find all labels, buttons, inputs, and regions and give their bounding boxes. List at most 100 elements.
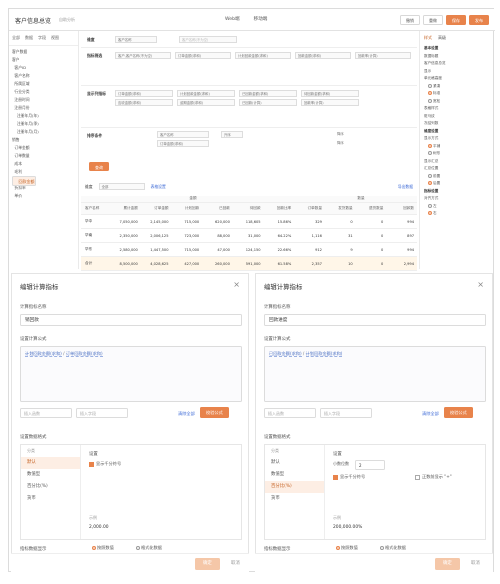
radio-icon[interactable] (92, 546, 96, 550)
tab-data[interactable]: 数据 (25, 35, 33, 41)
tab-advanced[interactable]: 高级 (438, 35, 446, 41)
column-header[interactable]: 订单数量 (294, 206, 325, 211)
checkbox-icon[interactable] (333, 474, 338, 480)
tab-style[interactable]: 样式 (424, 35, 432, 41)
close-icon[interactable]: × (233, 280, 240, 289)
checkbox-icon[interactable] (415, 474, 420, 480)
formula-token[interactable]: 已回款金额(求和) (269, 351, 302, 357)
plus-sign-checkbox[interactable]: 正数前显示 "+" (415, 474, 452, 480)
radio-by-value[interactable]: 按照数值 (92, 545, 114, 551)
column-header[interactable]: 订单金额 (141, 206, 172, 211)
radio-icon[interactable] (428, 83, 432, 88)
tree-item[interactable]: 毛利 (12, 168, 75, 176)
sort-field-select[interactable]: 客户名称 (157, 131, 209, 138)
column-header[interactable]: 回款数 (386, 206, 417, 211)
export-data-link[interactable]: 导出数据 (398, 184, 413, 190)
radio-icon[interactable] (428, 151, 432, 155)
tree-item[interactable]: 注册年月(季) (12, 120, 75, 128)
radio-icon[interactable] (428, 181, 432, 185)
radio-icon[interactable] (380, 546, 384, 550)
metric-chip[interactable]: 回款金额(求和) (295, 52, 351, 59)
tree-item[interactable]: 订单金额 (12, 144, 75, 152)
tree-item[interactable]: 注册时间 (12, 96, 75, 104)
setting-item[interactable]: 紧凑 (424, 83, 491, 91)
clear-all-link[interactable]: 清除全部 (178, 411, 195, 417)
column-chip[interactable]: 逾期金额(求和) (177, 99, 235, 106)
metric-chip[interactable]: 客户,客户名称(不为空) (115, 52, 171, 59)
thousands-checkbox[interactable]: 显示千分符号 (89, 461, 121, 467)
sort-desc-option[interactable]: 降序 (335, 140, 357, 147)
tree-item[interactable]: 客户数据 (12, 48, 75, 56)
formula-editor[interactable]: 计划回款金额(求和) / 订单回款金额(求和) (20, 346, 242, 402)
tree-item[interactable]: 注册年月(月) (12, 128, 75, 136)
radio-icon[interactable] (428, 98, 432, 103)
radio-icon[interactable] (136, 546, 140, 550)
column-header[interactable]: 待回款 (233, 206, 264, 211)
column-chip[interactable]: 计划回款金额(求和) (177, 90, 235, 97)
column-chip[interactable]: 已回款(计算) (239, 99, 297, 106)
tree-item[interactable]: 客户ID (12, 64, 75, 72)
column-header[interactable]: 计划回款 (172, 206, 203, 211)
radio-icon[interactable] (428, 173, 432, 178)
radio-formatted[interactable]: 格式化数据 (136, 545, 162, 551)
save-button[interactable]: 保存 (446, 15, 466, 25)
tab-all[interactable]: 全部 (12, 35, 20, 41)
column-header[interactable]: 发货数量 (325, 206, 356, 211)
checkbox-icon[interactable] (89, 461, 94, 467)
insert-function-select[interactable]: 插入函数 (264, 408, 316, 418)
dimension-chip[interactable]: 客户名称 (115, 36, 157, 43)
query-button[interactable]: 查询 (89, 162, 109, 171)
ok-button[interactable]: 确定 (435, 558, 460, 570)
column-chip[interactable]: 已回款金额(求和) (239, 90, 297, 97)
column-chip[interactable]: 待回款金额(求和) (301, 90, 359, 97)
setting-item[interactable]: 标准 (424, 90, 491, 98)
column-chip[interactable]: 回款率(计算) (301, 99, 359, 106)
column-chip[interactable]: 订单金额(求和) (115, 90, 173, 97)
radio-icon[interactable] (428, 211, 432, 215)
mobile-view-tab[interactable]: 移动端 (254, 16, 268, 22)
format-option-percent[interactable]: 百分比(%) (21, 481, 80, 493)
undo-button[interactable]: 撤销 (400, 15, 420, 25)
format-option-percent[interactable]: 百分比(%) (265, 481, 324, 493)
cancel-button[interactable]: 取消 (463, 558, 488, 570)
column-header[interactable]: 回款比率 (264, 206, 295, 211)
radio-icon[interactable] (428, 91, 432, 95)
setting-item[interactable]: 后置 (424, 180, 491, 188)
thousands-checkbox[interactable]: 显示千分符号 (333, 474, 365, 480)
formula-editor[interactable]: 已回款金额(求和) / 计划回款金额(求和) (264, 346, 486, 402)
setting-item[interactable]: 平铺 (424, 143, 491, 151)
table-row[interactable]: 华南 2,350,000 2,006,125 723,000 88,000 31,000 6… (81, 229, 417, 243)
tree-item[interactable]: 回款金额 (12, 176, 36, 186)
decimal-select[interactable]: 2 (355, 460, 385, 470)
publish-button[interactable]: 发布 (469, 15, 489, 25)
clear-all-link[interactable]: 清除全部 (422, 411, 439, 417)
table-row[interactable]: 华东 2,580,000 1,447,500 715,000 47,000 124,150… (81, 243, 417, 257)
tree-item[interactable]: 注册月份 (12, 104, 75, 112)
tree-item[interactable]: 客户 (12, 56, 75, 64)
setting-item[interactable]: 树形 (424, 150, 491, 158)
radio-icon[interactable] (428, 203, 432, 208)
radio-icon[interactable] (428, 143, 432, 148)
formula-token[interactable]: 计划回款金额(求和) (305, 351, 343, 357)
setting-item[interactable]: 右 (424, 210, 491, 218)
format-option-default[interactable]: 默认 (21, 457, 80, 469)
table-settings-link[interactable]: 表格设置 (151, 184, 166, 190)
setting-item[interactable]: 左 (424, 203, 491, 211)
metric-chip[interactable]: 订单金额(求和) (175, 52, 231, 59)
tree-item[interactable]: 注册年月(年) (12, 112, 75, 120)
table-row[interactable]: 华中 7,050,000 2,145,000 715,000 620,000 118,60… (81, 215, 417, 229)
redo-button[interactable]: 重做 (423, 15, 443, 25)
format-option-number[interactable]: 数值型 (265, 469, 324, 481)
tab-field[interactable]: 字段 (38, 35, 46, 41)
format-option-number[interactable]: 数值型 (21, 469, 80, 481)
format-option-currency[interactable]: 货币 (21, 493, 80, 505)
setting-item[interactable]: 前置 (424, 173, 491, 181)
column-header[interactable]: 退货数量 (356, 206, 387, 211)
format-option-currency[interactable]: 货币 (265, 493, 324, 505)
metric-name-input[interactable]: 回款进度 (264, 314, 486, 326)
tree-item[interactable]: 单价 (12, 192, 75, 200)
column-header[interactable]: 已回款 (202, 206, 233, 211)
tree-item[interactable]: 所属区域 (12, 80, 75, 88)
insert-field-select[interactable]: 插入字段 (320, 408, 372, 418)
tree-item[interactable]: 行业分类 (12, 88, 75, 96)
